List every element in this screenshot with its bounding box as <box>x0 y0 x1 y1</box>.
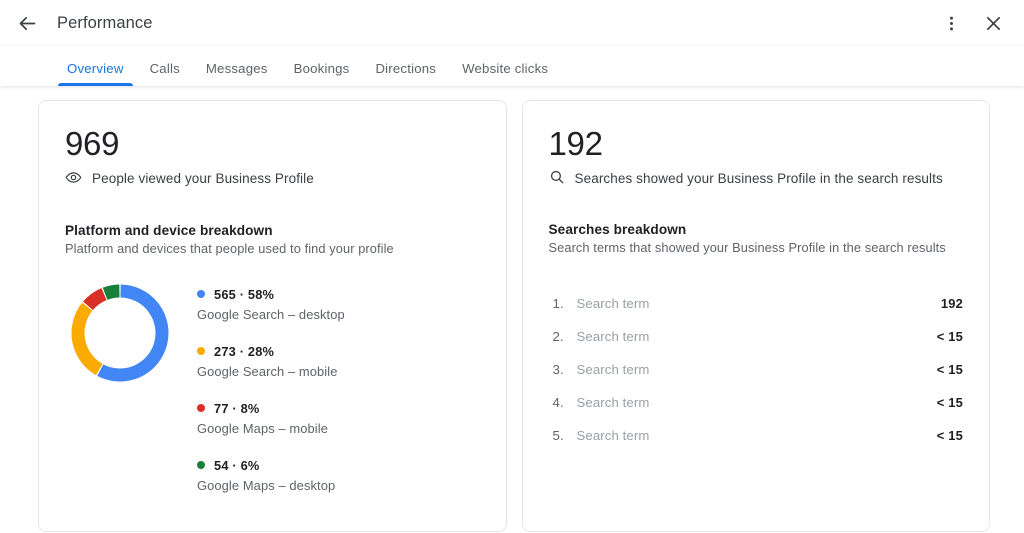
arrow-back-icon <box>17 13 38 34</box>
close-button[interactable] <box>976 6 1010 40</box>
more-vert-icon <box>942 14 961 33</box>
term-rank: 1. <box>552 295 564 311</box>
legend-label-text: Google Search – desktop <box>197 306 345 322</box>
table-row[interactable]: 2. Search term < 15 <box>549 320 964 353</box>
platform-breakdown: 565 · 58% Google Search – desktop 273 · … <box>65 278 480 493</box>
tab-messages[interactable]: Messages <box>193 62 281 86</box>
donut-slice[interactable] <box>97 284 169 382</box>
term-name: Search term <box>576 394 650 410</box>
tab-overview[interactable]: Overview <box>54 62 137 87</box>
header-actions <box>934 6 1010 40</box>
searches-metric-label: Searches showed your Business Profile in… <box>574 170 943 186</box>
legend-label-text: Google Maps – mobile <box>197 420 328 436</box>
legend-label-text: Google Maps – desktop <box>197 477 336 493</box>
table-row[interactable]: 4. Search term < 15 <box>549 386 964 419</box>
searches-breakdown-desc: Search terms that showed your Business P… <box>548 239 946 255</box>
back-button[interactable] <box>10 6 44 40</box>
table-row[interactable]: 5. Search term < 15 <box>549 419 964 452</box>
views-metric-label: People viewed your Business Profile <box>92 171 314 187</box>
views-card: 969 People viewed your Business Profile … <box>38 100 507 532</box>
term-name: Search term <box>576 295 650 311</box>
legend-value-text: 77 · 8% <box>214 400 260 416</box>
legend-value-row: 54 · 6% <box>197 458 480 473</box>
close-icon <box>983 13 1004 34</box>
legend-color-dot <box>197 461 205 470</box>
term-count: < 15 <box>936 361 963 377</box>
eye-icon <box>65 169 82 189</box>
term-name: Search term <box>576 361 650 377</box>
tab-calls[interactable]: Calls <box>137 62 193 86</box>
legend-value-row: 273 · 28% <box>197 344 480 359</box>
legend-value-row: 77 · 8% <box>197 401 480 416</box>
legend-value-row: 565 · 58% <box>197 287 480 302</box>
legend-item-google-maps-desktop[interactable]: 54 · 6% Google Maps – desktop <box>197 458 480 493</box>
table-row[interactable]: 3. Search term < 15 <box>549 353 964 386</box>
legend-item-google-maps-mobile[interactable]: 77 · 8% Google Maps – mobile <box>197 401 480 436</box>
more-options-button[interactable] <box>934 6 968 40</box>
legend-value-text: 273 · 28% <box>214 343 275 359</box>
term-count: < 15 <box>936 427 963 443</box>
term-rank: 3. <box>552 361 564 377</box>
donut-svg <box>71 284 169 382</box>
donut-slice[interactable] <box>102 284 120 300</box>
term-name: Search term <box>576 427 650 443</box>
platform-breakdown-title: Platform and device breakdown <box>65 222 273 238</box>
legend-color-dot <box>197 347 205 356</box>
search-terms-list: 1. Search term 192 2. Search term < 15 3… <box>549 287 964 452</box>
tab-directions[interactable]: Directions <box>362 62 449 86</box>
legend-label-text: Google Search – mobile <box>197 363 338 379</box>
tab-website-clicks[interactable]: Website clicks <box>449 62 561 86</box>
legend-color-dot <box>197 290 205 299</box>
platform-breakdown-desc: Platform and devices that people used to… <box>65 240 394 256</box>
term-rank: 4. <box>552 394 564 410</box>
legend-value-text: 54 · 6% <box>214 457 260 473</box>
donut-slice[interactable] <box>83 288 107 311</box>
term-name: Search term <box>576 328 650 344</box>
searches-breakdown-title: Searches breakdown <box>548 221 687 237</box>
app-header: Performance <box>0 0 1024 46</box>
tab-bookings[interactable]: Bookings <box>281 62 363 86</box>
searches-value: 192 <box>548 125 603 162</box>
search-icon <box>549 169 565 188</box>
searches-card: 192 Searches showed your Business Profil… <box>521 100 990 532</box>
term-rank: 5. <box>552 427 564 443</box>
term-count: < 15 <box>936 394 963 410</box>
tab-bar: Overview Calls Messages Bookings Directi… <box>0 46 1024 87</box>
views-metric-label-row: People viewed your Business Profile <box>65 169 480 189</box>
legend-value-text: 565 · 58% <box>214 286 275 302</box>
table-row[interactable]: 1. Search term 192 <box>549 287 964 320</box>
term-count: 192 <box>940 295 963 311</box>
legend-item-google-search-mobile[interactable]: 273 · 28% Google Search – mobile <box>197 344 480 379</box>
content-area: 969 People viewed your Business Profile … <box>0 86 1024 532</box>
platform-donut-chart <box>65 278 175 493</box>
legend-color-dot <box>197 404 205 413</box>
searches-metric-label-row: Searches showed your Business Profile in… <box>549 169 964 188</box>
term-rank: 2. <box>552 328 564 344</box>
page-title: Performance <box>57 13 153 32</box>
donut-slice[interactable] <box>71 302 103 376</box>
platform-legend: 565 · 58% Google Search – desktop 273 · … <box>197 278 480 493</box>
legend-item-google-search-desktop[interactable]: 565 · 58% Google Search – desktop <box>197 287 480 322</box>
term-count: < 15 <box>936 328 963 344</box>
views-value: 969 <box>65 125 120 162</box>
